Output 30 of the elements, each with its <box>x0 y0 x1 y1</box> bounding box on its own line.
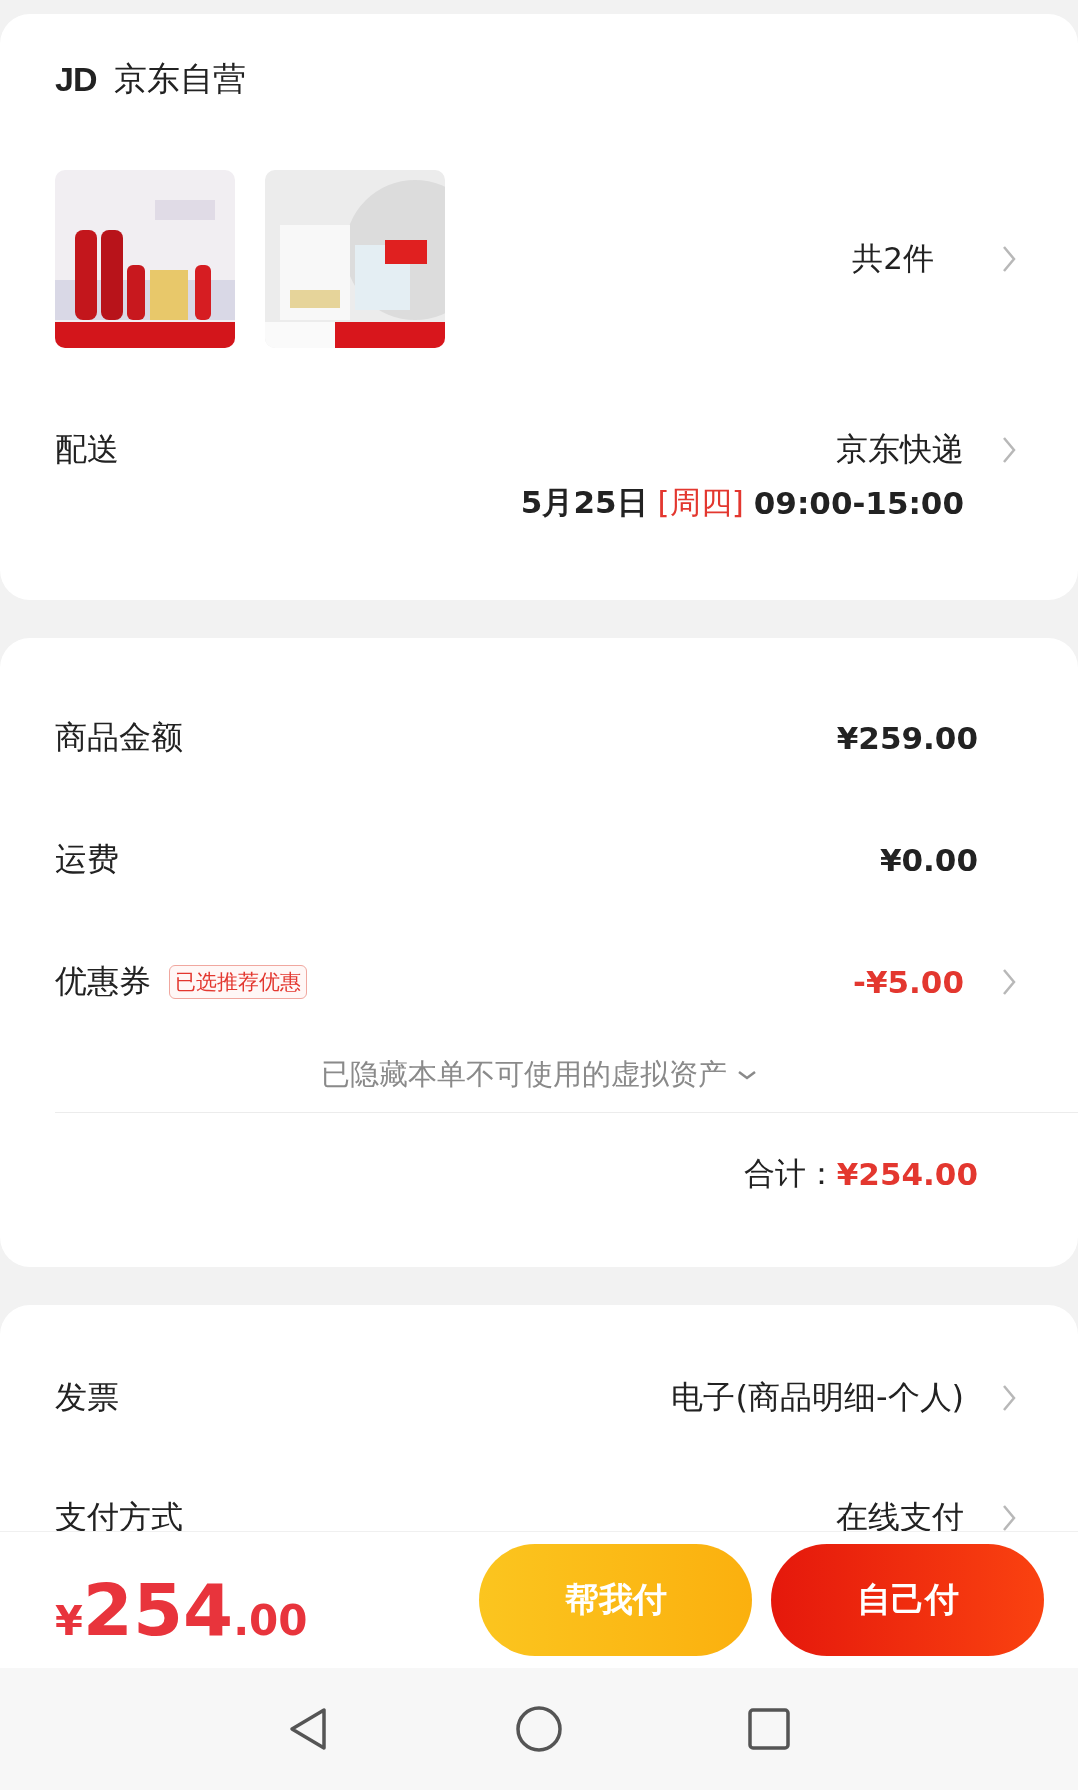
home-icon[interactable] <box>514 1704 564 1754</box>
item-count[interactable]: 共2件 <box>852 238 934 280</box>
pay-button[interactable]: 自己付 <box>771 1544 1044 1656</box>
coupon-tag: 已选推荐优惠 <box>169 965 307 999</box>
price-cents: .00 <box>233 1596 308 1645</box>
delivery-method[interactable]: 京东快递 <box>836 428 964 472</box>
delivery-date: 5月25日 <box>520 483 648 522</box>
option-label: 发票 <box>55 1377 119 1418</box>
total-label: 合计： <box>743 1154 837 1193</box>
delivery-weekday: [周四] <box>657 483 744 522</box>
chevron-icon <box>1002 436 1016 464</box>
store-logo: JD <box>55 59 97 99</box>
option-value[interactable]: 电子(商品明细-个人) <box>671 1376 964 1420</box>
summary-label: 运费 <box>55 839 119 880</box>
delivery-time: 09:00-15:00 <box>753 485 964 521</box>
chevron-icon <box>1002 245 1016 273</box>
chevron-icon <box>1002 1384 1016 1412</box>
store-name: 京东自营 <box>114 57 247 100</box>
price-amount: 254 <box>82 1568 234 1652</box>
summary-label: 商品金额 <box>55 717 183 758</box>
delivery-label: 配送 <box>55 429 119 470</box>
price-currency: ¥ <box>55 1598 83 1644</box>
summary-label: 优惠券 <box>55 961 151 1002</box>
total-value: ¥254.00 <box>836 1156 978 1192</box>
chevron-icon <box>1002 968 1016 996</box>
summary-value[interactable]: -¥5.00 <box>853 964 964 1000</box>
summary-value: ¥259.00 <box>836 720 978 756</box>
chevron-down-icon[interactable] <box>737 1070 757 1080</box>
chevron-icon <box>1002 1504 1016 1531</box>
summary-value: ¥0.00 <box>879 842 978 878</box>
